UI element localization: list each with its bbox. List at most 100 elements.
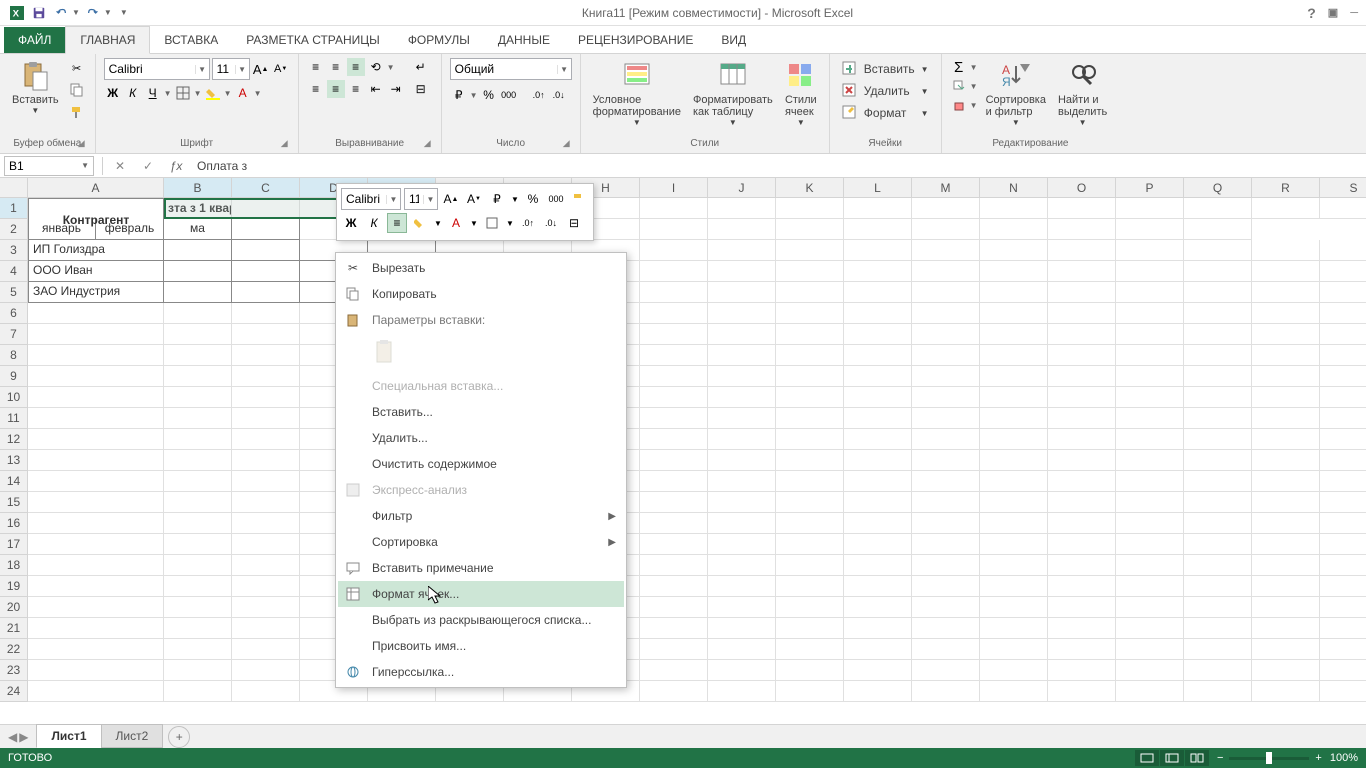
underline-icon[interactable]: Ч bbox=[144, 84, 162, 102]
cell[interactable] bbox=[776, 324, 844, 345]
cell[interactable] bbox=[844, 555, 912, 576]
cell[interactable] bbox=[1320, 240, 1366, 261]
align-right-icon[interactable]: ≡ bbox=[347, 80, 365, 98]
cell[interactable] bbox=[980, 303, 1048, 324]
cell[interactable] bbox=[912, 618, 980, 639]
copy-icon[interactable] bbox=[67, 80, 87, 100]
cell[interactable] bbox=[232, 576, 300, 597]
cell[interactable] bbox=[232, 324, 300, 345]
cell[interactable] bbox=[28, 324, 164, 345]
cell[interactable] bbox=[1048, 408, 1116, 429]
alignment-launcher-icon[interactable]: ◢ bbox=[424, 138, 431, 149]
sheet-tab-2[interactable]: Лист2 bbox=[101, 724, 164, 748]
cell[interactable] bbox=[1320, 555, 1366, 576]
cell[interactable] bbox=[1048, 576, 1116, 597]
cell[interactable] bbox=[164, 387, 232, 408]
zoom-in-icon[interactable]: + bbox=[1315, 752, 1321, 764]
cell[interactable] bbox=[164, 597, 232, 618]
ribbon-display-icon[interactable]: ▣ bbox=[1328, 6, 1338, 19]
cm-define-name[interactable]: Присвоить имя... bbox=[338, 633, 624, 659]
cell[interactable] bbox=[164, 450, 232, 471]
cell[interactable] bbox=[1320, 660, 1366, 681]
cell[interactable] bbox=[28, 303, 164, 324]
underline-dd-icon[interactable]: ▼ bbox=[164, 84, 172, 102]
cell[interactable] bbox=[164, 639, 232, 660]
new-sheet-button[interactable]: + bbox=[168, 726, 190, 748]
cell[interactable] bbox=[1320, 261, 1366, 282]
number-launcher-icon[interactable]: ◢ bbox=[563, 138, 570, 149]
tab-formulas[interactable]: ФОРМУЛЫ bbox=[394, 27, 484, 53]
cell[interactable] bbox=[980, 324, 1048, 345]
cell[interactable] bbox=[1048, 639, 1116, 660]
row-header[interactable]: 23 bbox=[0, 660, 28, 681]
cell[interactable] bbox=[1252, 324, 1320, 345]
cell[interactable] bbox=[1184, 387, 1252, 408]
page-layout-view-icon[interactable] bbox=[1160, 750, 1184, 766]
cell[interactable] bbox=[1116, 429, 1184, 450]
cell[interactable] bbox=[980, 555, 1048, 576]
cell[interactable] bbox=[776, 681, 844, 702]
cell[interactable] bbox=[232, 618, 300, 639]
cell[interactable] bbox=[708, 219, 776, 240]
cell[interactable] bbox=[980, 597, 1048, 618]
align-left-icon[interactable]: ≡ bbox=[307, 80, 325, 98]
row-header[interactable]: 9 bbox=[0, 366, 28, 387]
column-header[interactable]: N bbox=[980, 178, 1048, 198]
delete-cells-button[interactable]: Удалить▼ bbox=[838, 80, 933, 102]
cell[interactable] bbox=[980, 387, 1048, 408]
cell[interactable] bbox=[708, 450, 776, 471]
cell[interactable] bbox=[912, 660, 980, 681]
cell[interactable] bbox=[1320, 513, 1366, 534]
cell[interactable] bbox=[1116, 492, 1184, 513]
cell[interactable] bbox=[708, 387, 776, 408]
cell[interactable] bbox=[232, 639, 300, 660]
cell[interactable] bbox=[640, 303, 708, 324]
cell[interactable] bbox=[640, 282, 708, 303]
mini-size-combo[interactable]: ▼ bbox=[404, 188, 438, 210]
cell[interactable] bbox=[1252, 513, 1320, 534]
cell[interactable] bbox=[708, 324, 776, 345]
cell[interactable] bbox=[1184, 429, 1252, 450]
cell[interactable] bbox=[844, 450, 912, 471]
cell[interactable] bbox=[912, 681, 980, 702]
cell[interactable] bbox=[1320, 429, 1366, 450]
font-launcher-icon[interactable]: ◢ bbox=[281, 138, 288, 149]
cell[interactable] bbox=[640, 597, 708, 618]
cell[interactable] bbox=[980, 240, 1048, 261]
cell[interactable] bbox=[232, 429, 300, 450]
cell[interactable] bbox=[708, 660, 776, 681]
cell[interactable] bbox=[1184, 219, 1252, 240]
cell[interactable] bbox=[232, 597, 300, 618]
clear-icon[interactable] bbox=[950, 96, 968, 114]
cell[interactable] bbox=[912, 261, 980, 282]
cell[interactable] bbox=[776, 261, 844, 282]
cell[interactable] bbox=[1184, 576, 1252, 597]
cell[interactable] bbox=[1048, 681, 1116, 702]
cell[interactable] bbox=[28, 345, 164, 366]
cell[interactable] bbox=[28, 429, 164, 450]
bold-icon[interactable]: Ж bbox=[104, 84, 122, 102]
conditional-formatting-button[interactable]: Условное форматирование▼ bbox=[589, 58, 685, 129]
cell[interactable] bbox=[1320, 492, 1366, 513]
cell[interactable] bbox=[232, 198, 300, 219]
column-header[interactable]: C bbox=[232, 178, 300, 198]
cell[interactable] bbox=[28, 555, 164, 576]
cell[interactable] bbox=[640, 639, 708, 660]
cell[interactable] bbox=[232, 387, 300, 408]
paste-button[interactable]: Вставить ▼ bbox=[8, 58, 63, 117]
cm-format-cells[interactable]: Формат ячеек... bbox=[338, 581, 624, 607]
cell[interactable] bbox=[980, 450, 1048, 471]
cell[interactable] bbox=[1116, 303, 1184, 324]
clipboard-launcher-icon[interactable]: ◢ bbox=[78, 138, 85, 149]
cell[interactable] bbox=[776, 303, 844, 324]
tab-home[interactable]: ГЛАВНАЯ bbox=[65, 26, 150, 54]
row-header[interactable]: 16 bbox=[0, 513, 28, 534]
zoom-slider[interactable]: − + bbox=[1217, 752, 1322, 764]
align-center-icon[interactable]: ≡ bbox=[327, 80, 345, 98]
cell[interactable] bbox=[980, 660, 1048, 681]
cell[interactable] bbox=[1252, 639, 1320, 660]
cell[interactable] bbox=[232, 219, 300, 240]
cell[interactable] bbox=[1048, 366, 1116, 387]
cell[interactable] bbox=[1252, 681, 1320, 702]
cell[interactable] bbox=[1184, 450, 1252, 471]
